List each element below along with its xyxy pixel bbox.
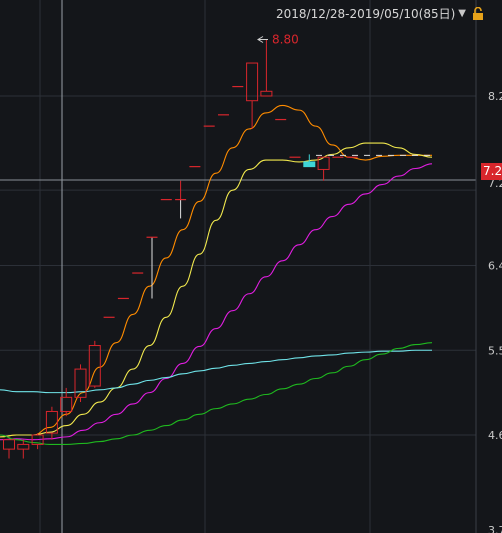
- high-price-label: 8.80: [272, 33, 299, 47]
- candle-body: [17, 443, 30, 450]
- axis-tick-label: 5.5: [488, 344, 502, 357]
- axis-tick-label: 8.2: [488, 90, 502, 103]
- date-range-label[interactable]: 2018/12/28-2019/05/10(85日): [276, 5, 455, 22]
- ma-line-3: [0, 349, 432, 394]
- axis-tick-label: 3.7: [488, 524, 502, 533]
- candle-body: [45, 410, 58, 434]
- lock-icon[interactable]: [472, 6, 484, 20]
- axis-tick-label: 4.6: [488, 429, 502, 442]
- current-price-tag: 7.2: [481, 163, 502, 180]
- candle-body: [246, 62, 259, 102]
- chart-panel: 8.2 7.2 6.4 5.5 4.6 3.7 8.80 2018/12/28-2019/0…: [0, 0, 502, 533]
- kline-chart[interactable]: 8.2 7.2 6.4 5.5 4.6 3.7 8.80: [0, 0, 502, 533]
- ma-line-4: [0, 342, 433, 445]
- ma-line-2: [0, 163, 433, 441]
- candle-body: [260, 90, 273, 97]
- candle-body: [3, 439, 15, 450]
- range-toolbar: 2018/12/28-2019/05/10(85日) ▼: [276, 5, 484, 21]
- axis-tick-label: 6.4: [488, 260, 502, 273]
- dropdown-triangle-icon[interactable]: ▼: [458, 8, 466, 19]
- candle-body: [303, 161, 316, 168]
